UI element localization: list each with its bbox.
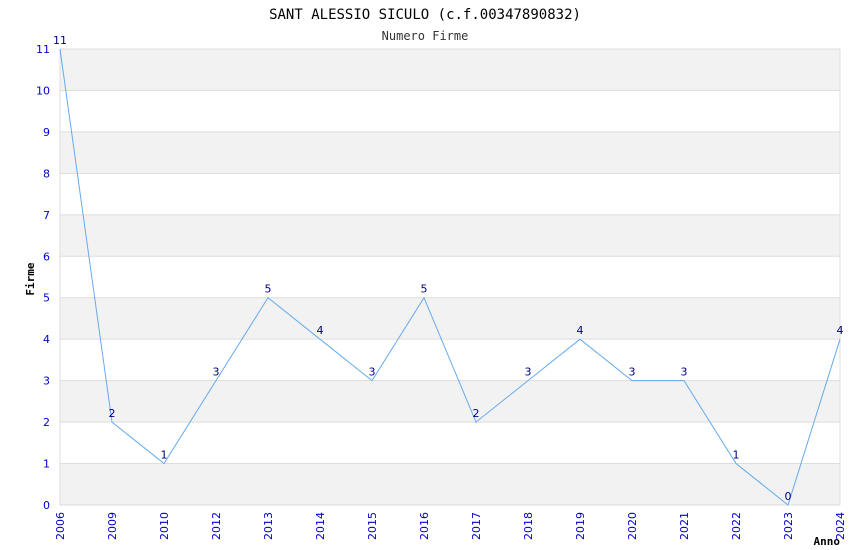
line-chart: SANT ALESSIO SICULO (c.f.00347890832) Nu…	[24, 7, 847, 548]
grid-band	[60, 49, 840, 91]
x-tick-label: 2010	[158, 512, 171, 540]
y-tick-label: 11	[36, 43, 50, 56]
y-tick-label: 5	[43, 292, 50, 305]
x-axis-ticks: 2006 2009 2010 2012 2013 2014 2015 2016 2017 2018…	[54, 512, 847, 540]
data-label: 3	[213, 366, 220, 379]
x-tick-label: 2014	[314, 512, 327, 540]
y-axis-ticks: 0 1 2 3 4 5 6 7 8 9 10 11	[36, 43, 50, 512]
y-tick-label: 8	[43, 167, 50, 180]
grid-band	[60, 297, 840, 340]
y-tick-label: 2	[43, 416, 50, 429]
data-label: 1	[733, 449, 740, 462]
data-label: 3	[525, 366, 532, 379]
grid-band	[60, 380, 840, 423]
data-label: 3	[629, 366, 636, 379]
x-tick-label: 2023	[782, 512, 795, 540]
data-label: 4	[577, 324, 584, 337]
x-tick-label: 2012	[210, 512, 223, 540]
x-tick-label: 2016	[418, 512, 431, 540]
data-label: 1	[161, 449, 168, 462]
grid-band	[60, 173, 840, 215]
grid-band	[60, 214, 840, 257]
x-tick-label: 2009	[106, 512, 119, 540]
data-label: 0	[785, 490, 792, 503]
chart-subtitle: Numero Firme	[382, 29, 469, 43]
x-axis-label: Anno	[814, 535, 841, 548]
y-tick-label: 3	[43, 375, 50, 388]
y-tick-label: 7	[43, 209, 50, 222]
x-tick-label: 2019	[574, 512, 587, 540]
x-tick-label: 2006	[54, 512, 67, 540]
data-label: 5	[265, 283, 272, 296]
x-tick-label: 2022	[730, 512, 743, 540]
data-label: 2	[109, 407, 116, 420]
grid-band	[60, 256, 840, 298]
x-tick-label: 2021	[678, 512, 691, 540]
y-tick-label: 6	[43, 250, 50, 263]
x-tick-label: 2020	[626, 512, 639, 540]
x-tick-label: 2013	[262, 512, 275, 540]
x-tick-label: 2017	[470, 512, 483, 540]
x-tick-label: 2015	[366, 512, 379, 540]
y-tick-label: 10	[36, 84, 50, 97]
grid-band	[60, 131, 840, 174]
grid-band	[60, 90, 840, 132]
data-label: 5	[421, 283, 428, 296]
data-label: 4	[317, 324, 324, 337]
x-tick-label: 2018	[522, 512, 535, 540]
y-tick-label: 0	[43, 499, 50, 512]
plot-background	[60, 49, 840, 505]
y-tick-label: 1	[43, 458, 50, 471]
chart-title: SANT ALESSIO SICULO (c.f.00347890832)	[269, 7, 581, 23]
data-label: 4	[837, 324, 844, 337]
data-label: 3	[369, 366, 376, 379]
grid-band	[60, 463, 840, 505]
y-tick-label: 9	[43, 126, 50, 139]
y-tick-label: 4	[43, 333, 50, 346]
data-label: 11	[53, 34, 67, 47]
data-label: 2	[473, 407, 480, 420]
data-label: 3	[681, 366, 688, 379]
y-axis-label: Firme	[24, 262, 37, 295]
